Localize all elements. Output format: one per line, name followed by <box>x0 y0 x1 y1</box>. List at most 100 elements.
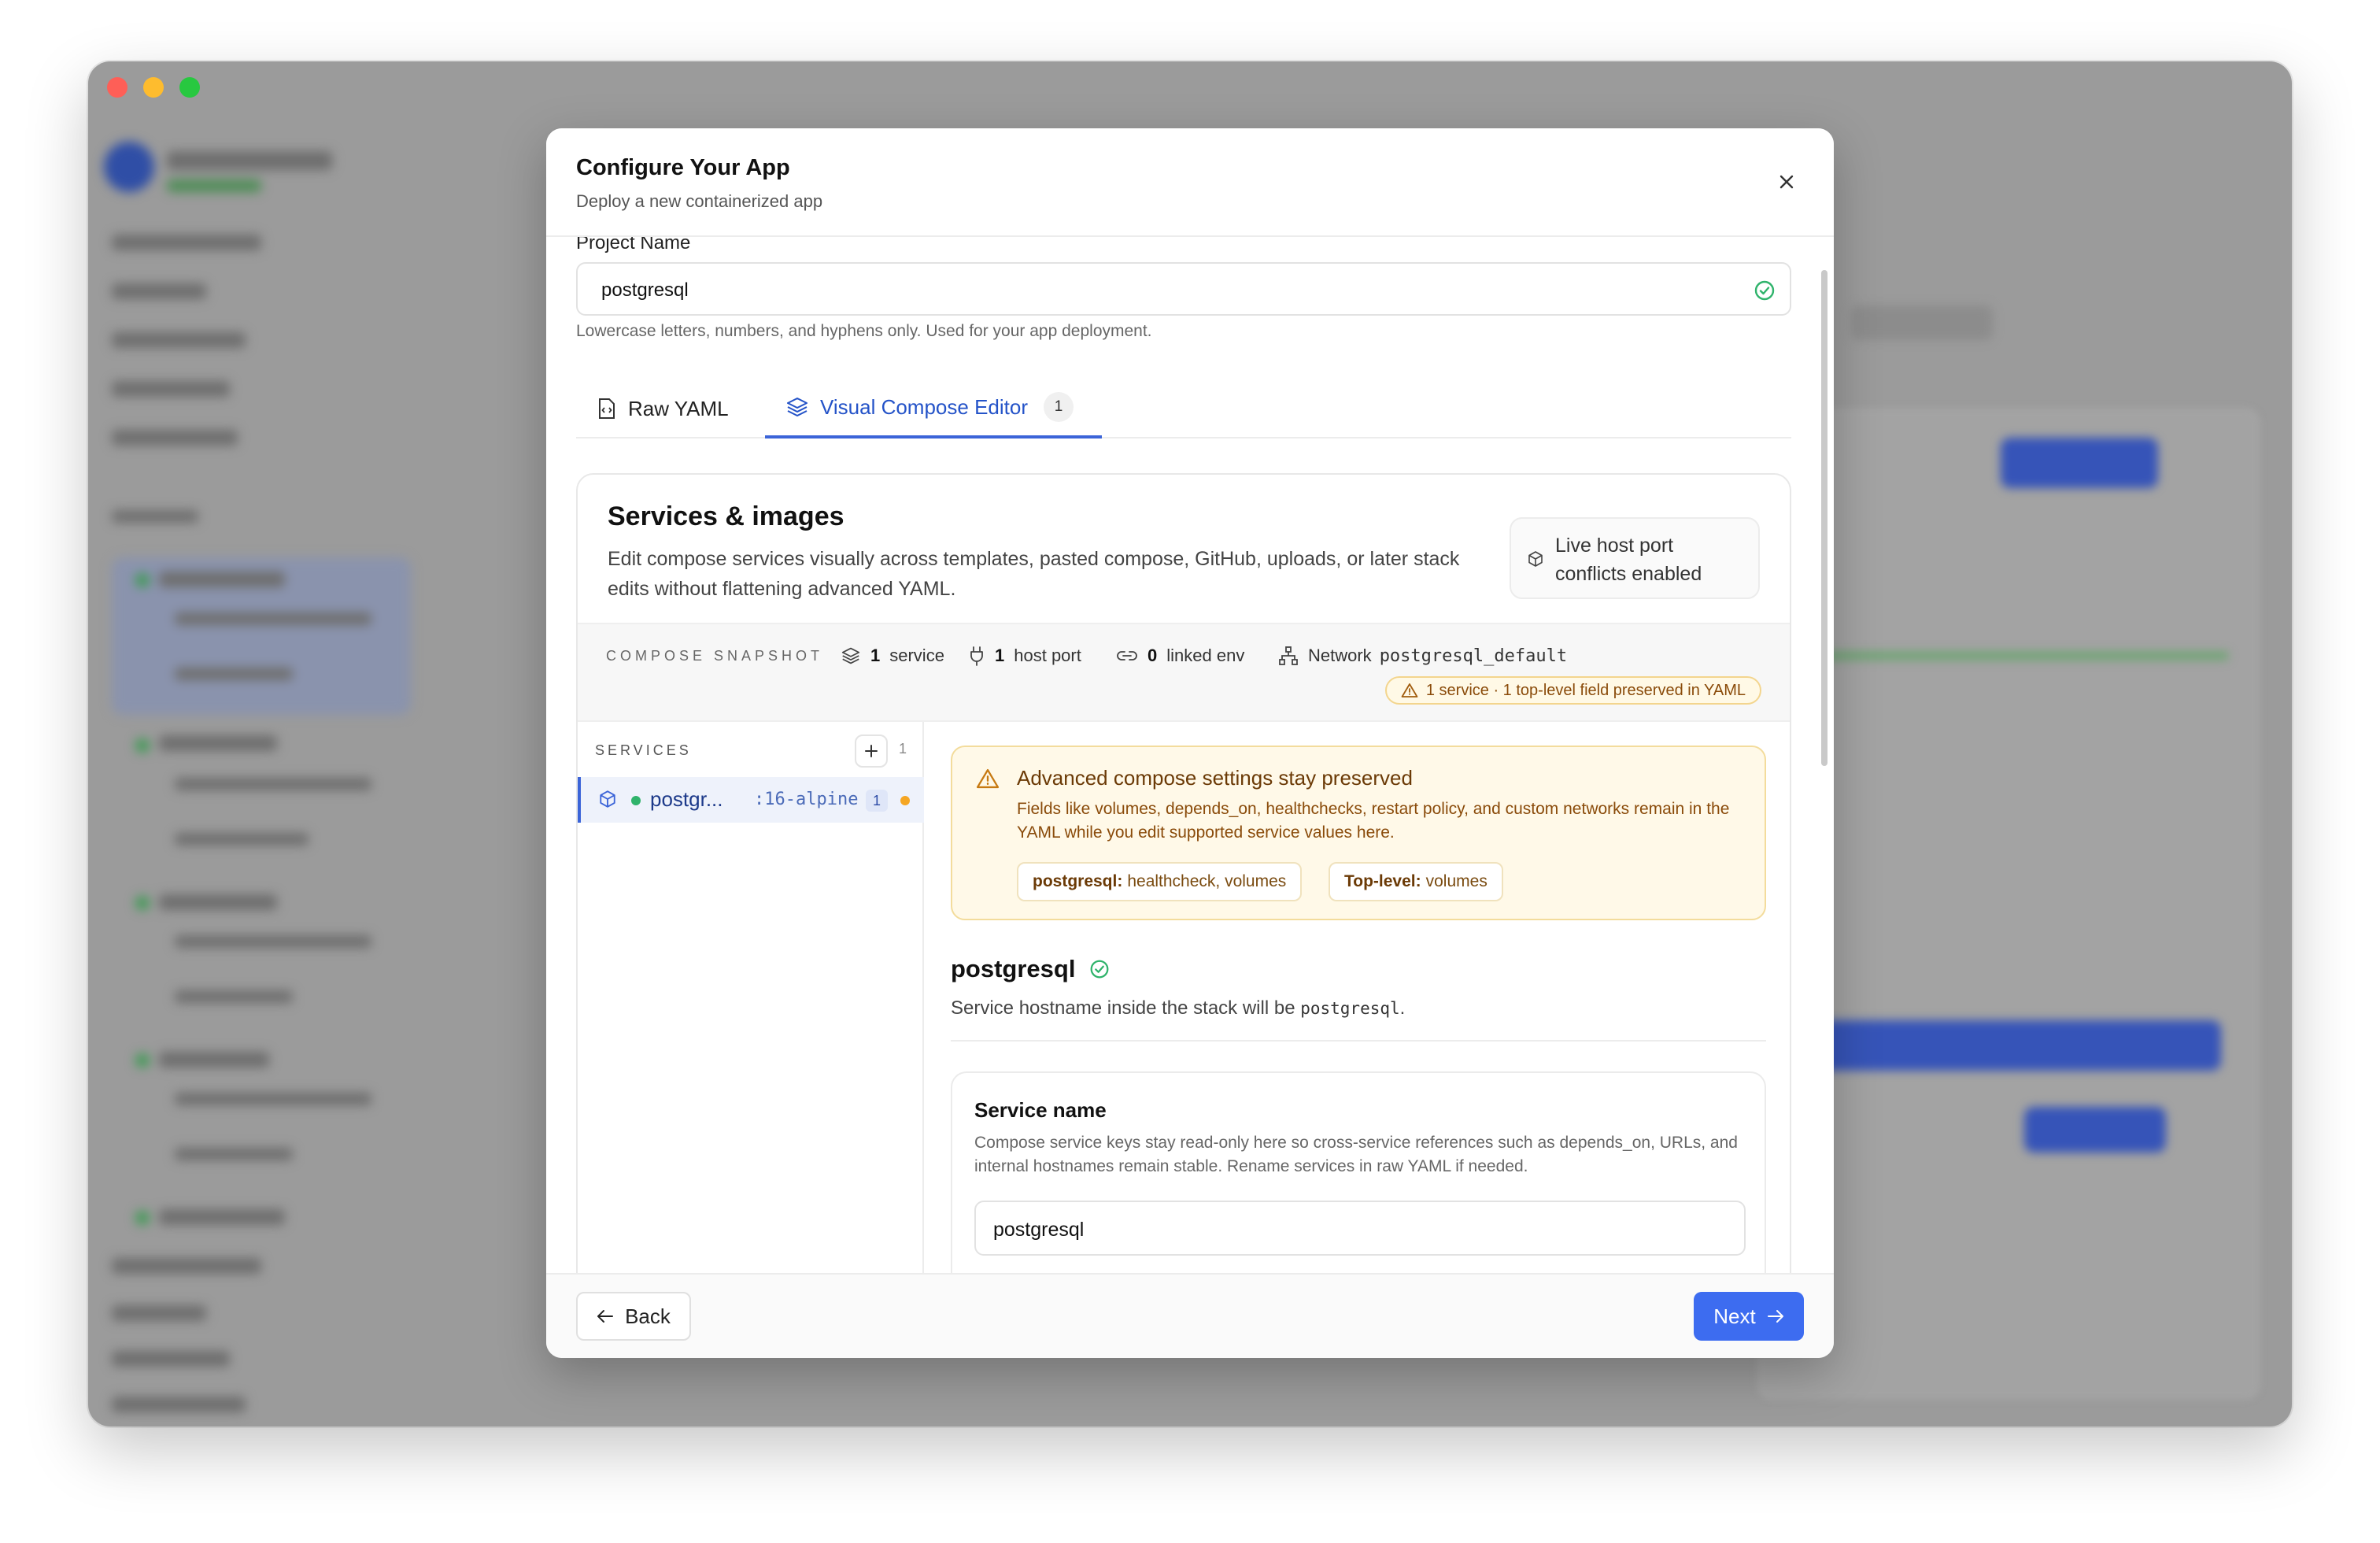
background-progress <box>1820 652 2229 660</box>
background-blue-small <box>2024 1107 2166 1153</box>
service-name-input-value: postgresql <box>993 1219 1085 1241</box>
hostname-prefix: Service hostname inside the stack will b… <box>951 997 1295 1019</box>
service-detail-name: postgresql <box>951 955 1076 982</box>
snapshot-linked-env-count: 0 <box>1148 646 1158 665</box>
snapshot-network-value: postgresql_default <box>1379 646 1568 666</box>
warning-icon <box>1401 683 1418 697</box>
snapshot-services-count: 1 <box>870 646 881 665</box>
service-item-badge: 1 <box>866 790 888 812</box>
snapshot-linked-env-label: linked env <box>1166 646 1245 665</box>
service-hostname-note: Service hostname inside the stack will b… <box>951 997 1405 1019</box>
advanced-settings-notice: Advanced compose settings stay preserved… <box>951 746 1766 920</box>
window-minimize-button[interactable] <box>143 77 164 98</box>
services-card-description: Edit compose services visually across te… <box>608 548 1460 600</box>
dialog-header: Configure Your App Deploy a new containe… <box>546 128 1834 237</box>
services-count: 1 <box>899 741 907 757</box>
tab-raw-yaml-label: Raw YAML <box>628 396 729 420</box>
configure-app-dialog: Configure Your App Deploy a new containe… <box>546 128 1834 1358</box>
dialog-footer: Back Next <box>546 1273 1834 1358</box>
cube-icon <box>1528 551 1543 567</box>
compose-snapshot-label: COMPOSE SNAPSHOT <box>606 648 824 664</box>
link-icon <box>1117 651 1137 660</box>
back-button-label: Back <box>625 1304 671 1328</box>
valid-check-icon <box>1754 280 1775 301</box>
live-host-port-text: Live host port conflicts enabled <box>1555 535 1702 585</box>
service-modified-dot <box>900 796 910 805</box>
snapshot-warning-text: 1 service · 1 top-level field preserved … <box>1425 681 1746 699</box>
service-name-description: Compose service keys stay read-only here… <box>974 1134 1738 1175</box>
snapshot-services: 1 service <box>841 643 944 668</box>
snapshot-network: Network postgresql_default <box>1278 643 1567 668</box>
background-bar <box>1851 305 1993 340</box>
plug-icon <box>970 646 983 666</box>
services-card-title: Services & images <box>608 501 844 531</box>
arrow-left-icon <box>597 1310 614 1323</box>
project-name-label: Project Name <box>576 237 691 253</box>
tab-visual-badge: 1 <box>1044 392 1074 422</box>
window-zoom-button[interactable] <box>179 77 200 98</box>
snapshot-linked-env: 0 linked env <box>1116 643 1244 668</box>
services-heading: SERVICES <box>595 742 692 758</box>
project-name-input[interactable]: postgresql <box>576 262 1791 316</box>
divider <box>951 1040 1766 1042</box>
service-name-input[interactable]: postgresql <box>974 1201 1746 1256</box>
close-icon <box>1779 175 1794 189</box>
next-button-label: Next <box>1713 1304 1756 1328</box>
tab-visual-compose-editor[interactable]: Visual Compose Editor 1 <box>765 379 1102 438</box>
cube-icon <box>600 790 615 808</box>
service-item-tag: :16-alpine <box>754 790 859 809</box>
dialog-title: Configure Your App <box>576 155 790 180</box>
add-service-button[interactable] <box>855 734 888 768</box>
project-name-value: postgresql <box>601 279 689 301</box>
service-list-item[interactable]: postgr... :16-alpine 1 <box>578 777 924 823</box>
dialog-scrollbar[interactable] <box>1821 270 1828 766</box>
background-sidebar <box>88 117 427 1426</box>
snapshot-network-label: Network <box>1308 646 1372 665</box>
service-item-name: postgr... <box>650 787 723 811</box>
project-name-helper: Lowercase letters, numbers, and hyphens … <box>576 322 1152 340</box>
hostname-value: postgresql <box>1300 999 1400 1018</box>
services-list: SERVICES 1 postgr... :16-alpine 1 <box>578 722 924 1273</box>
snapshot-services-label: service <box>889 646 944 665</box>
snapshot-host-ports-count: 1 <box>995 646 1005 665</box>
live-host-port-badge: Live host port conflicts enabled <box>1510 517 1760 599</box>
compose-snapshot: COMPOSE SNAPSHOT 1 service 1 host port 0… <box>578 623 1790 722</box>
advanced-notice-description: Fields like volumes, depends_on, healthc… <box>1017 800 1730 842</box>
background-blue-button <box>2001 438 2158 488</box>
plus-icon <box>865 745 878 757</box>
valid-check-icon <box>1091 960 1109 979</box>
chip-service-value: healthcheck, volumes <box>1127 872 1287 890</box>
service-name-card: Service name Compose service keys stay r… <box>951 1071 1766 1273</box>
chip-service-key: postgresql: <box>1033 872 1123 890</box>
close-button[interactable] <box>1771 166 1802 198</box>
services-images-card: Services & images Edit compose services … <box>576 473 1791 1273</box>
snapshot-warning-pill: 1 service · 1 top-level field preserved … <box>1384 676 1761 705</box>
preserved-chip-service: postgresql: healthcheck, volumes <box>1017 862 1303 901</box>
chip-top-level-key: Top-level: <box>1344 872 1421 890</box>
back-button[interactable]: Back <box>576 1292 691 1341</box>
snapshot-host-ports: 1 host port <box>968 643 1081 668</box>
layers-icon <box>841 647 860 664</box>
hostname-suffix: . <box>1399 997 1406 1019</box>
service-detail-title: postgresql <box>951 955 1111 983</box>
background-blue-bar <box>1804 1020 2221 1071</box>
network-icon <box>1279 646 1298 665</box>
layers-icon <box>787 398 808 416</box>
next-button[interactable]: Next <box>1694 1292 1804 1341</box>
warning-icon <box>976 768 1000 789</box>
preserved-chip-top-level: Top-level: volumes <box>1329 862 1503 901</box>
window-close-button[interactable] <box>107 77 128 98</box>
service-running-dot <box>631 796 641 805</box>
service-detail-panel: Advanced compose settings stay preserved… <box>924 722 1790 1273</box>
file-code-icon <box>599 398 615 419</box>
dialog-body: Project Name postgresql Lowercase letter… <box>546 237 1834 1273</box>
arrow-right-icon <box>1767 1310 1783 1323</box>
chip-top-level-value: volumes <box>1425 872 1488 890</box>
snapshot-host-ports-label: host port <box>1014 646 1081 665</box>
tab-raw-yaml[interactable]: Raw YAML <box>597 379 729 438</box>
dialog-subtitle: Deploy a new containerized app <box>576 191 823 211</box>
advanced-notice-title: Advanced compose settings stay preserved <box>1017 766 1413 790</box>
service-name-title: Service name <box>974 1098 1107 1122</box>
editor-tabs: Raw YAML Visual Compose Editor 1 <box>576 379 1791 438</box>
tab-visual-label: Visual Compose Editor <box>820 394 1028 419</box>
